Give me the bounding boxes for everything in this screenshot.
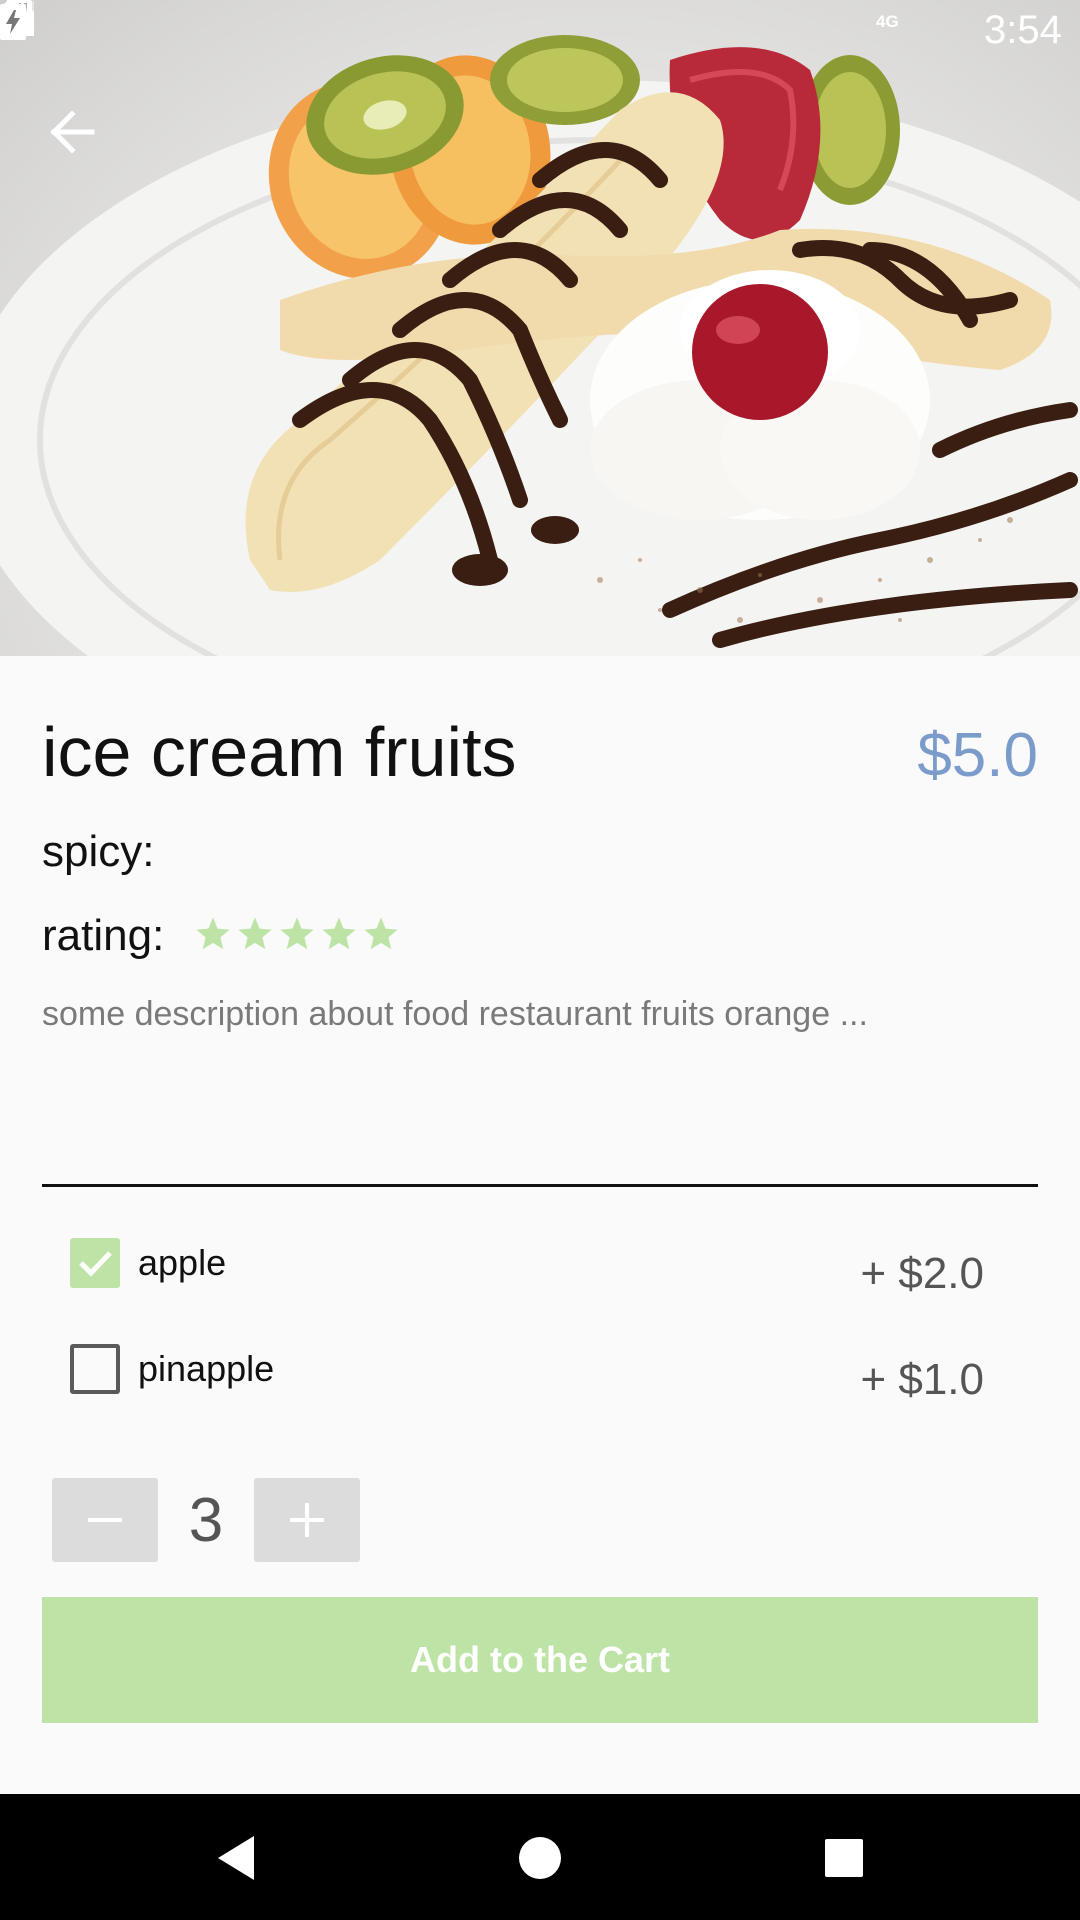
star-icon bbox=[280, 917, 314, 950]
product-description: some description about food restaurant f… bbox=[42, 995, 868, 1033]
plus-icon bbox=[290, 1503, 324, 1537]
quantity-value: 3 bbox=[188, 1486, 224, 1555]
minus-icon bbox=[88, 1518, 122, 1522]
option-label: pinapple bbox=[138, 1348, 275, 1389]
option-price: + $1.0 bbox=[860, 1355, 984, 1404]
description-divider bbox=[42, 1184, 1038, 1187]
rating-stars bbox=[194, 914, 400, 954]
navigation-bar bbox=[0, 1794, 1080, 1920]
increase-quantity-button[interactable] bbox=[254, 1478, 360, 1562]
option-pinapple[interactable]: pinapple + $1.0 bbox=[70, 1344, 990, 1416]
back-button[interactable] bbox=[36, 96, 108, 168]
star-icon bbox=[364, 917, 398, 950]
nav-home-button[interactable] bbox=[504, 1822, 576, 1894]
spicy-label: spicy: bbox=[42, 827, 155, 876]
option-label: apple bbox=[138, 1242, 227, 1283]
checkmark-icon bbox=[79, 1251, 112, 1277]
product-title: ice cream fruits bbox=[42, 713, 517, 791]
option-price: + $2.0 bbox=[860, 1249, 984, 1298]
nav-back-icon bbox=[218, 1836, 254, 1880]
status-bar: 4G 3:54 bbox=[0, 0, 1080, 63]
star-icon bbox=[322, 917, 356, 950]
battery-charging-icon bbox=[0, 0, 26, 40]
decrease-quantity-button[interactable] bbox=[52, 1478, 158, 1562]
product-image: 4G 3:54 bbox=[0, 0, 1080, 656]
checkbox-apple[interactable] bbox=[70, 1238, 120, 1288]
nav-recents-icon bbox=[825, 1839, 863, 1877]
rating-label: rating: bbox=[42, 911, 165, 960]
nav-recents-button[interactable] bbox=[808, 1822, 880, 1894]
add-to-cart-button[interactable]: Add to the Cart bbox=[42, 1597, 1038, 1723]
clock: 3:54 bbox=[984, 8, 1062, 52]
arrow-back-icon bbox=[50, 110, 95, 154]
network-type-label: 4G bbox=[876, 12, 899, 31]
option-apple[interactable]: apple + $2.0 bbox=[70, 1238, 990, 1310]
nav-home-icon bbox=[519, 1837, 561, 1879]
nav-back-button[interactable] bbox=[200, 1822, 272, 1894]
checkbox-pinapple[interactable] bbox=[70, 1344, 120, 1394]
star-icon bbox=[196, 917, 230, 950]
product-price: $5.0 bbox=[917, 721, 1038, 790]
star-icon bbox=[238, 917, 272, 950]
